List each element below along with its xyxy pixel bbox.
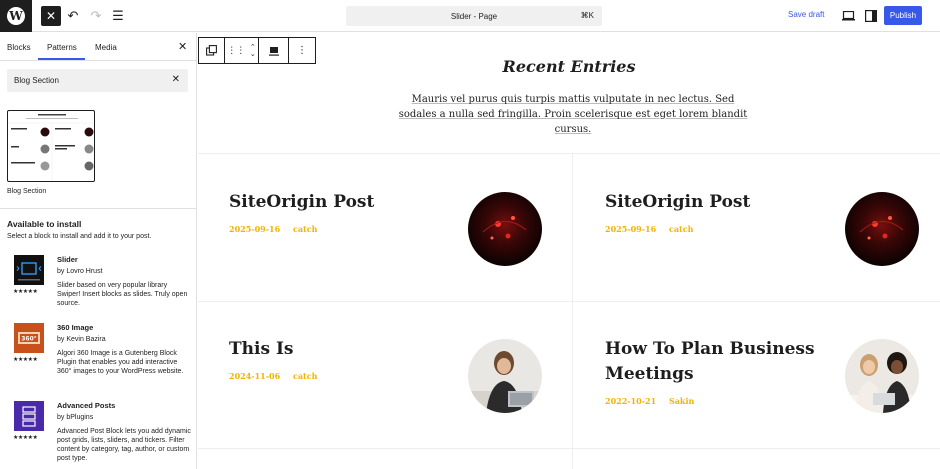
post-meta: 2024-11-06 catch [229,371,327,381]
block-inserter-sidebar: Blocks Patterns Media ✕ Blog Section ✕ B… [0,33,197,469]
post-title[interactable]: SiteOrigin Post [605,190,835,215]
move-up-down-icon[interactable]: ⌃ ⌄ [250,44,256,58]
advanced-posts-plugin-icon [14,401,44,431]
dark-red-circle-image[interactable] [845,192,919,266]
post-date: 2022-10-21 [605,396,657,406]
post-title[interactable]: SiteOrigin Post [229,190,459,215]
inserter-tabs: Blocks Patterns Media ✕ [0,33,196,61]
section-intro-text[interactable]: Mauris vel purus quis turpis mattis vulp… [393,92,753,137]
editor-canvas[interactable]: ⋮⋮ ⌃ ⌄ ⋮ Recent Entries Mauris vel purus … [198,33,940,469]
plugin-description: Slider based on very popular library Swi… [57,282,188,307]
editor-top-bar: W ✕ ↶ ↷ ☰ Slider - Page ⌘K Save draft Pu… [0,0,940,32]
section-divider [0,208,196,209]
available-to-install-heading: Available to install [7,219,82,229]
drag-handle-icon[interactable]: ⋮⋮ [227,45,245,56]
preview-desktop-icon[interactable] [838,6,858,26]
rating-stars: ★★★★★ [13,289,38,295]
plugin-description: Advanced Post Block lets you add dynamic… [57,428,191,462]
redo-icon[interactable]: ↷ [86,6,106,26]
search-value: Blog Section [14,76,59,85]
dark-red-circle-image[interactable] [468,192,542,266]
pattern-label: Blog Section [7,188,47,195]
active-tab-indicator [38,58,85,60]
document-overview-icon[interactable]: ☰ [108,6,128,26]
post-meta: 2025-09-16 catch [229,224,327,234]
plugin-name: Advanced Posts [57,401,116,410]
close-icon[interactable]: ✕ [178,40,187,53]
post-date: 2025-09-16 [605,224,657,234]
tab-patterns[interactable]: Patterns [47,43,77,52]
wordpress-logo-icon[interactable]: W [0,0,32,32]
settings-sidebar-icon[interactable] [861,6,881,26]
woman-at-laptop-image[interactable] [468,339,542,413]
post-author[interactable]: Sakin [669,396,694,406]
grid-divider [198,301,940,302]
section-heading[interactable]: Recent Entries [198,57,940,76]
shortcut-hint: ⌘K [580,11,594,20]
pattern-search-input[interactable]: Blog Section ✕ [7,69,188,92]
post-title[interactable]: This Is [229,337,459,362]
save-draft-button[interactable]: Save draft [788,10,824,19]
post-date: 2025-09-16 [229,224,281,234]
two-women-laptop-image[interactable] [845,339,919,413]
grid-divider [198,153,940,154]
pattern-preview-blog-section[interactable] [7,110,95,182]
close-inserter-icon[interactable]: ✕ [41,6,61,26]
plugin-name: 360 Image [57,323,94,332]
document-title: Slider - Page [450,11,498,21]
plugin-description: Algori 360 Image is a Gutenberg Block Pl… [57,350,184,375]
available-to-install-description: Select a block to install and add it to … [7,233,152,240]
post-meta: 2025-09-16 catch [605,224,703,234]
rating-stars: ★★★★★ [13,357,38,363]
image-360-plugin-icon: 360° [14,323,44,353]
grid-divider [198,448,940,449]
plugin-name: Slider [57,255,78,264]
grid-divider [572,153,573,469]
plugin-author: by bPlugins [57,414,94,421]
undo-icon[interactable]: ↶ [63,6,83,26]
post-author[interactable]: catch [293,224,317,234]
clear-search-icon[interactable]: ✕ [172,74,180,85]
plugin-author: by Kevin Bazira [57,336,106,343]
plugin-author: by Lovro Hrust [57,268,103,275]
post-meta: 2022-10-21 Sakin [605,396,704,406]
rating-stars: ★★★★★ [13,435,38,441]
post-title[interactable]: How To Plan Business Meetings [605,337,835,387]
slider-plugin-icon [14,255,44,285]
post-author[interactable]: catch [669,224,693,234]
command-palette-button[interactable]: Slider - Page ⌘K [346,6,602,26]
tab-blocks[interactable]: Blocks [7,43,31,52]
post-author[interactable]: catch [293,371,317,381]
tab-media[interactable]: Media [95,43,117,52]
publish-button[interactable]: Publish [884,6,922,25]
svg-text:360°: 360° [21,336,37,343]
post-date: 2024-11-06 [229,371,281,381]
